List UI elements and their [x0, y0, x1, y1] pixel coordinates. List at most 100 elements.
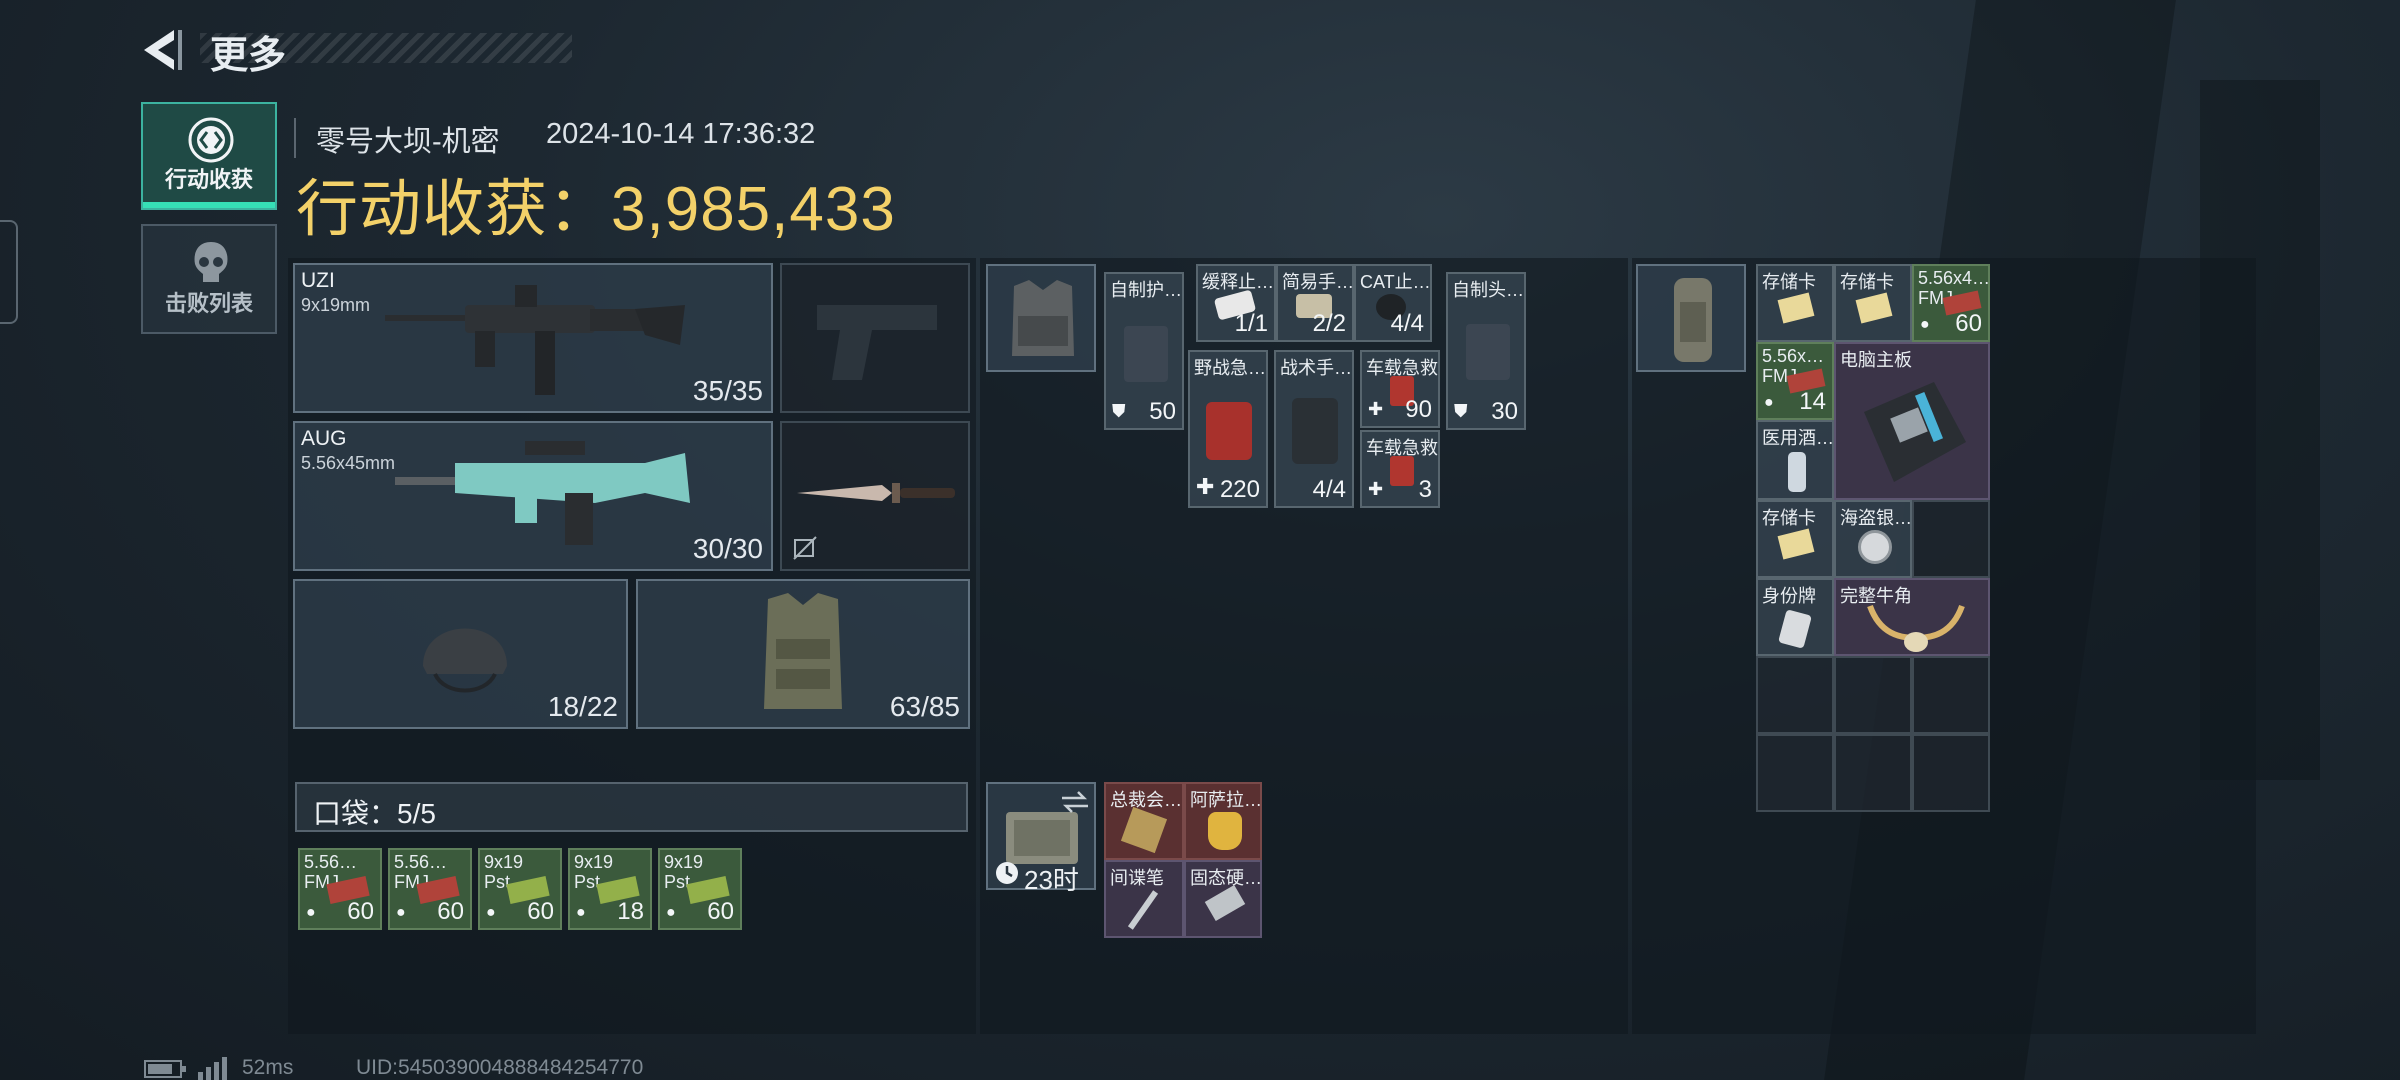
safebox-item[interactable]: 间谍笔 [1104, 860, 1184, 938]
ping-text: 52ms [242, 1056, 294, 1079]
melee-slot[interactable] [780, 421, 970, 571]
backpack-item[interactable]: 存储卡 [1834, 264, 1912, 342]
harvest-value: 3,985,433 [611, 175, 896, 244]
empty-cell [1912, 656, 1990, 734]
rig-item[interactable]: 车载急救… ✚ 3 [1360, 430, 1440, 508]
backpack-item[interactable]: 5.56x… FMJ ● 14 [1756, 342, 1834, 420]
pirate-coin-icon [1858, 530, 1892, 564]
weapon-caliber: 9x19mm [301, 295, 371, 315]
heal-plus-icon: ✚ [1368, 399, 1384, 419]
rig-item[interactable]: 车载急救… ✚ 90 [1360, 350, 1440, 428]
backpack-item[interactable]: 5.56x4… FMJ ● 60 [1912, 264, 1990, 342]
ammo-dot-icon: ● [396, 904, 406, 921]
rig-item[interactable]: 战术手… 4/4 [1274, 350, 1354, 508]
secondary-weapon-slot[interactable]: AUG 5.56x45mm 30/30 [293, 421, 773, 571]
safebox-slot[interactable]: 23时 [986, 782, 1096, 895]
helmet-icon [423, 628, 507, 693]
aug-weapon-icon [395, 441, 690, 545]
safebox-item[interactable]: 固态硬… [1184, 860, 1262, 938]
tactical-kit-icon [1292, 398, 1338, 464]
signal-icon [198, 1057, 227, 1080]
shield-icon: ⛊ [1454, 401, 1468, 421]
helmet-slot[interactable]: 18/22 [293, 579, 628, 729]
side-drawer-handle[interactable] [0, 220, 18, 324]
rig-item[interactable]: 自制护… ⛊ 50 [1104, 272, 1184, 430]
durability: 18/22 [547, 691, 618, 722]
chest-rig-slot[interactable] [986, 264, 1096, 372]
weapon-name: UZI [301, 269, 335, 292]
ammo-dot-icon: ● [576, 904, 586, 921]
safebox-item[interactable]: 总裁会… [1104, 782, 1184, 860]
rig-item[interactable]: CAT止… 4/4 [1354, 264, 1432, 342]
harvest-label: 行动收获： [296, 175, 612, 244]
tab-label: 行动收获 [164, 167, 253, 192]
safebox-timer: 23时 [1024, 865, 1079, 895]
medkit-icon [1206, 402, 1252, 460]
active-indicator [143, 202, 275, 208]
ssd-icon [1204, 884, 1246, 922]
backpack-item[interactable]: 存储卡 [1756, 264, 1834, 342]
match-timestamp: 2024-10-14 17:36:32 [546, 118, 816, 150]
pocket-item[interactable]: 5.56… FMJ ● 60 [388, 848, 472, 930]
ammo-count: 35/35 [692, 375, 763, 406]
gold-cup-icon [1208, 812, 1242, 850]
primary-weapon-slot[interactable]: UZI 9x19mm 35/35 [293, 263, 773, 413]
empty-cell [1756, 656, 1834, 734]
ammo-dot-icon: ● [666, 904, 676, 921]
armor-kit-icon [1124, 326, 1168, 382]
heal-plus-icon: ✚ [1196, 474, 1215, 499]
battery-icon [144, 1060, 186, 1078]
armor-slot[interactable]: 63/85 [636, 579, 970, 729]
rig-item[interactable]: 缓释止… 1/1 [1196, 264, 1276, 342]
harvest-icon [188, 117, 234, 163]
map-name: 零号大坝-机密 [316, 126, 500, 158]
safebox-item[interactable]: 阿萨拉… [1184, 782, 1262, 860]
empty-cell [1912, 500, 1990, 578]
skull-icon [194, 242, 228, 282]
rig-item[interactable]: 自制头… ⛊ 30 [1446, 272, 1526, 430]
pocket-item[interactable]: 9x19 Pst ● 60 [478, 848, 562, 930]
backpack-item[interactable]: 完整牛角 [1834, 578, 1990, 656]
no-insure-icon [793, 536, 817, 560]
harvest-total: 行动收获：3,985,433 [296, 158, 896, 248]
clock-icon [996, 862, 1018, 884]
divider [294, 118, 296, 158]
ammo-dot-icon: ● [306, 904, 316, 921]
tab-action-harvest[interactable]: 行动收获 [141, 102, 277, 210]
pocket-item[interactable]: 9x19 Pst ● 60 [658, 848, 742, 930]
weapon-caliber: 5.56x45mm [301, 453, 396, 473]
durability: 63/85 [889, 691, 960, 722]
pocket-item[interactable]: 9x19 Pst ● 18 [568, 848, 652, 930]
rig-item[interactable]: 简易手… 2/2 [1276, 264, 1354, 342]
uid-text: UID:545039004888484254770 [356, 1056, 644, 1079]
page-title: 更多 [210, 35, 287, 77]
armor-vest-icon [764, 593, 842, 709]
backpack-slot[interactable] [1636, 264, 1746, 372]
tab-label: 击败列表 [164, 291, 253, 316]
backpack-item[interactable]: 医用酒… [1756, 420, 1834, 500]
backpack-item[interactable]: 身份牌 [1756, 578, 1834, 656]
backpack-item[interactable]: 电脑主板 [1834, 342, 1990, 500]
empty-cell [1756, 734, 1834, 812]
tab-defeat-list[interactable]: 击败列表 [141, 224, 277, 334]
backpack-item[interactable]: 存储卡 [1756, 500, 1834, 578]
back-arrow-icon[interactable] [140, 28, 186, 72]
spy-pen-icon [1127, 890, 1159, 930]
rig-item[interactable]: 野战急… ✚ 220 [1188, 350, 1268, 508]
medical-alcohol-icon [1788, 452, 1806, 492]
pocket-item[interactable]: 5.56… FMJ ● 60 [298, 848, 382, 930]
shield-icon: ⛊ [1112, 401, 1126, 421]
backpack-item[interactable]: 海盗银… [1834, 500, 1912, 578]
heal-plus-icon: ✚ [1368, 479, 1384, 499]
swap-icon [1062, 791, 1088, 813]
ammo-dot-icon: ● [486, 904, 496, 921]
dog-tag-icon [1778, 609, 1812, 649]
empty-cell [1834, 656, 1912, 734]
bull-horn-icon [1867, 604, 1965, 652]
pistol-silhouette-icon [817, 305, 937, 380]
storage-card-icon [1855, 292, 1893, 324]
chest-rig-icon [1012, 280, 1074, 356]
pocket-header: 口袋：5/5 [295, 782, 968, 832]
knife-icon [797, 483, 955, 503]
pistol-slot-empty[interactable] [780, 263, 970, 413]
